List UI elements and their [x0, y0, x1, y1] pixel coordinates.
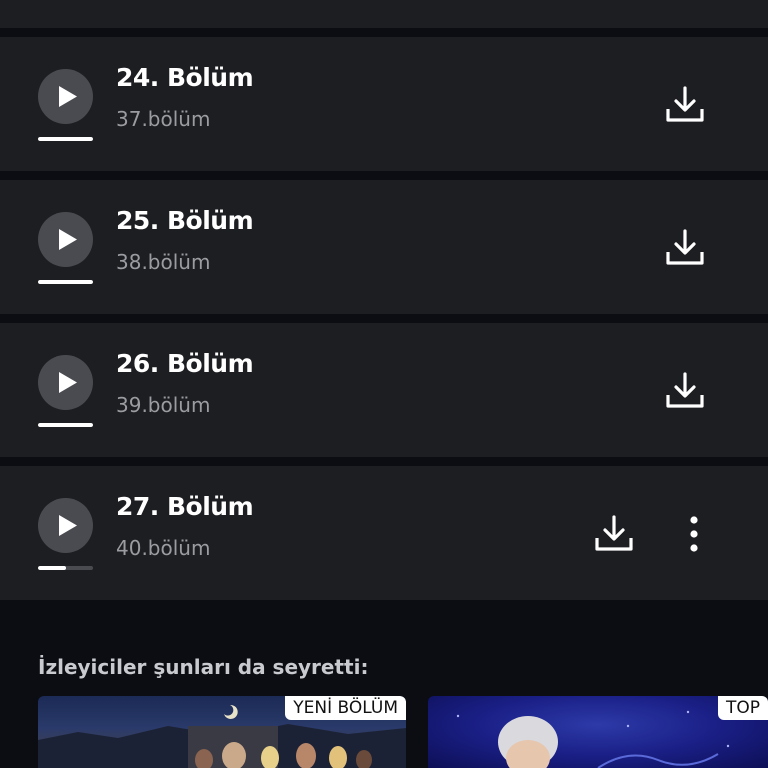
download-button[interactable] — [665, 85, 705, 125]
previous-episode-card-edge — [0, 0, 768, 28]
play-button[interactable] — [38, 498, 93, 553]
more-vertical-icon — [690, 516, 698, 552]
top-badge: TOP — [717, 696, 768, 720]
download-button[interactable] — [665, 228, 705, 268]
watch-progress-bar — [38, 423, 93, 427]
watch-progress-bar — [38, 137, 93, 141]
watch-progress-fill — [38, 137, 93, 141]
episode-subtitle: 40.bölüm — [116, 536, 211, 560]
play-button[interactable] — [38, 355, 93, 410]
more-options-button[interactable] — [680, 514, 708, 554]
episode-subtitle: 38.bölüm — [116, 250, 211, 274]
new-episode-badge: YENİ BÖLÜM — [285, 696, 406, 720]
download-icon — [595, 515, 633, 551]
episode-card[interactable]: 25. Bölüm 38.bölüm — [0, 180, 768, 314]
episode-subtitle: 39.bölüm — [116, 393, 211, 417]
play-icon — [59, 515, 77, 536]
recommendation-card[interactable]: YENİ BÖLÜM — [38, 696, 406, 768]
play-icon — [59, 229, 77, 250]
episode-title: 25. Bölüm — [116, 206, 254, 235]
episode-list-page: 24. Bölüm 37.bölüm 25. Bölüm 38.bölüm 26… — [0, 0, 768, 768]
download-icon — [666, 86, 704, 122]
play-button[interactable] — [38, 212, 93, 267]
play-button[interactable] — [38, 69, 93, 124]
download-button[interactable] — [665, 371, 705, 411]
watch-progress-fill — [38, 280, 93, 284]
episode-card[interactable]: 24. Bölüm 37.bölüm — [0, 37, 768, 171]
episode-title: 24. Bölüm — [116, 63, 254, 92]
watch-progress-fill — [38, 566, 66, 570]
episode-subtitle: 37.bölüm — [116, 107, 211, 131]
download-icon — [666, 372, 704, 408]
episode-title: 26. Bölüm — [116, 349, 254, 378]
play-icon — [59, 372, 77, 393]
play-icon — [59, 86, 77, 107]
watch-progress-fill — [38, 423, 93, 427]
watch-progress-bar — [38, 566, 93, 570]
episode-title: 27. Bölüm — [116, 492, 254, 521]
episode-card[interactable]: 26. Bölüm 39.bölüm — [0, 323, 768, 457]
download-button[interactable] — [594, 514, 634, 554]
recommendation-card[interactable]: TOP — [428, 696, 768, 768]
episode-card-current[interactable]: 27. Bölüm 40.bölüm — [0, 466, 768, 600]
download-icon — [666, 229, 704, 265]
watch-progress-bar — [38, 280, 93, 284]
recommendations-heading: İzleyiciler şunları da seyretti: — [38, 655, 369, 679]
